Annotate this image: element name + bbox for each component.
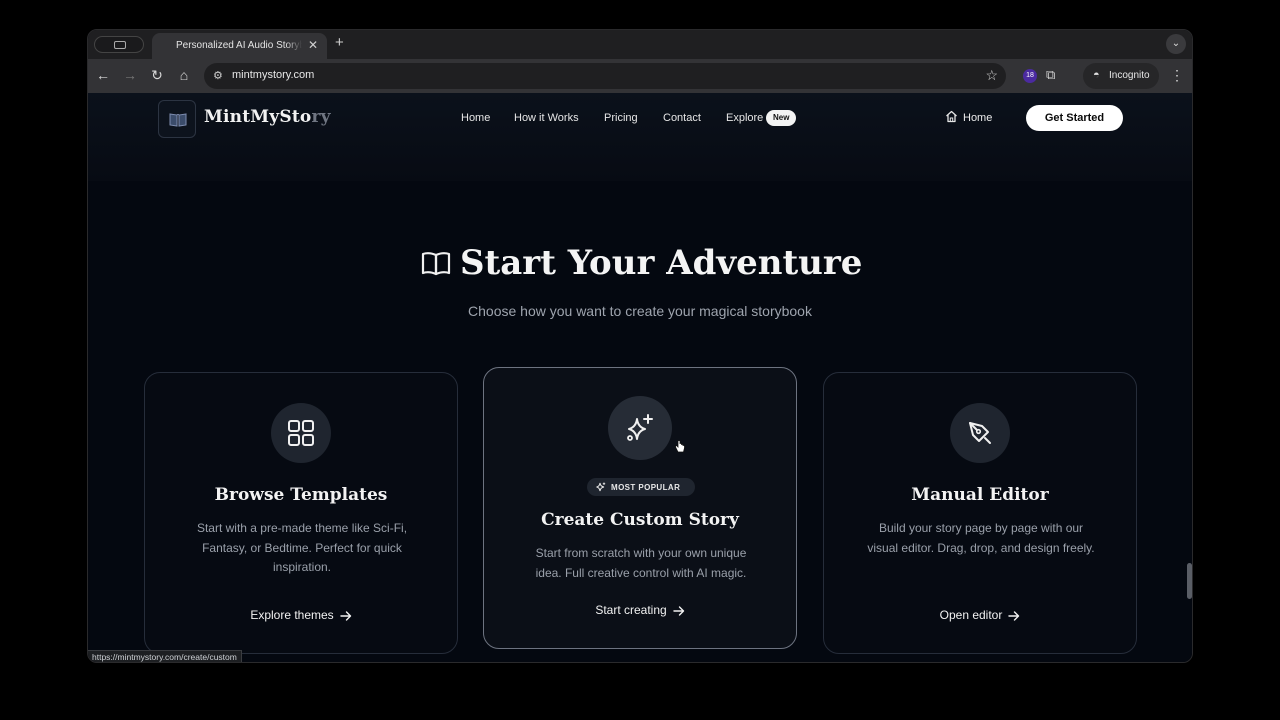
nav-pricing[interactable]: Pricing xyxy=(604,112,638,124)
hand-cursor-icon xyxy=(675,440,685,453)
pen-tool-icon xyxy=(969,422,991,444)
card-title: Browse Templates xyxy=(214,485,388,505)
extension-badge-icon[interactable]: 18 xyxy=(1023,69,1037,83)
nav-contact[interactable]: Contact xyxy=(663,112,701,124)
bookmark-star-icon[interactable]: ☆ xyxy=(985,67,998,84)
browser-menu-icon[interactable]: ⋮ xyxy=(1170,67,1184,84)
arrow-right-icon xyxy=(339,611,351,621)
new-tab-button[interactable]: + xyxy=(335,34,344,51)
forward-arrow-icon[interactable]: → xyxy=(121,67,139,83)
tab-search-icon xyxy=(114,41,126,49)
brand-name-main: MintMySto xyxy=(204,107,312,127)
tab-title: Personalized AI Audio Storybook xyxy=(176,40,302,51)
extensions-puzzle-icon[interactable]: ⧉ xyxy=(1046,67,1055,83)
brand-name[interactable]: MintMyStory xyxy=(204,107,331,127)
book-logo-icon xyxy=(169,113,187,127)
nav-explore[interactable]: Explore xyxy=(726,112,763,124)
arrow-right-icon xyxy=(1008,611,1020,621)
header-home-link[interactable]: Home xyxy=(963,112,992,124)
url-text: mintmystory.com xyxy=(232,69,315,81)
card-description: Build your story page by page with our v… xyxy=(867,521,1095,555)
reload-icon[interactable]: ↻ xyxy=(148,67,166,84)
incognito-icon: ◓ xyxy=(1093,69,1100,81)
arrow-right-icon xyxy=(672,606,684,616)
grid-icon xyxy=(288,420,314,446)
logo[interactable] xyxy=(158,100,196,138)
back-arrow-icon[interactable]: ← xyxy=(94,67,112,83)
page-subtitle: Choose how you want to create your magic… xyxy=(468,303,812,319)
open-book-icon xyxy=(421,252,451,276)
browser-toolbar: ← → ↻ ⌂ ⚙ mintmystory.com ☆ 18 ⧉ ◓ Incog… xyxy=(88,59,1192,93)
card-link-label: Start creating xyxy=(595,603,667,617)
tab-search-button[interactable] xyxy=(94,36,144,53)
web-page: MintMyStory Home How it Works Pricing Co… xyxy=(88,93,1192,662)
new-badge: New xyxy=(766,110,797,126)
brand-name-fade: ry xyxy=(311,107,331,127)
open-editor-link[interactable]: Open editor xyxy=(824,608,1136,622)
most-popular-badge: MOST POPULAR xyxy=(587,478,695,496)
close-icon[interactable]: ✕ xyxy=(308,38,318,52)
home-icon xyxy=(946,110,957,123)
nav-how-it-works[interactable]: How it Works xyxy=(514,112,579,124)
explore-themes-link[interactable]: Explore themes xyxy=(145,608,457,622)
most-popular-label: MOST POPULAR xyxy=(611,483,681,492)
card-icon-wrap xyxy=(271,403,331,463)
status-bar-url: https://mintmystory.com/create/custom xyxy=(88,650,242,662)
site-settings-icon[interactable]: ⚙ xyxy=(213,69,223,82)
site-header: MintMyStory Home How it Works Pricing Co… xyxy=(88,93,1192,181)
card-link-label: Open editor xyxy=(939,608,1003,622)
page-title: Start Your Adventure xyxy=(460,243,863,283)
sparkles-icon xyxy=(627,414,653,441)
tab-strip: Personalized AI Audio Storybook ✕ + ⌄ xyxy=(88,30,1192,59)
card-description: Start with a pre-made theme like Sci-Fi,… xyxy=(196,521,408,574)
card-link-label: Explore themes xyxy=(250,608,334,622)
card-title: Create Custom Story xyxy=(541,510,739,530)
start-creating-link[interactable]: Start creating xyxy=(484,603,796,617)
card-create-custom-story[interactable]: MOST POPULAR Create Custom Story Start f… xyxy=(483,367,797,649)
card-description: Start from scratch with your own unique … xyxy=(535,546,747,580)
get-started-button[interactable]: Get Started xyxy=(1026,105,1123,131)
tab-list-chevron-icon[interactable]: ⌄ xyxy=(1166,34,1186,54)
card-manual-editor[interactable]: Manual Editor Build your story page by p… xyxy=(823,372,1137,654)
browser-window: Personalized AI Audio Storybook ✕ + ⌄ ← … xyxy=(87,29,1193,663)
incognito-indicator[interactable]: ◓ Incognito xyxy=(1083,63,1159,89)
home-nav-icon[interactable]: ⌂ xyxy=(175,67,193,83)
card-browse-templates[interactable]: Browse Templates Start with a pre-made t… xyxy=(144,372,458,654)
card-icon-wrap xyxy=(608,396,672,460)
page-scrollbar[interactable] xyxy=(1187,563,1192,599)
active-tab[interactable]: Personalized AI Audio Storybook ✕ xyxy=(152,33,327,59)
sparkle-small-icon xyxy=(596,482,606,492)
address-bar[interactable]: ⚙ mintmystory.com ☆ xyxy=(204,63,1006,89)
card-icon-wrap xyxy=(950,403,1010,463)
card-title: Manual Editor xyxy=(911,485,1049,505)
incognito-label: Incognito xyxy=(1109,70,1150,81)
nav-home[interactable]: Home xyxy=(461,112,490,124)
